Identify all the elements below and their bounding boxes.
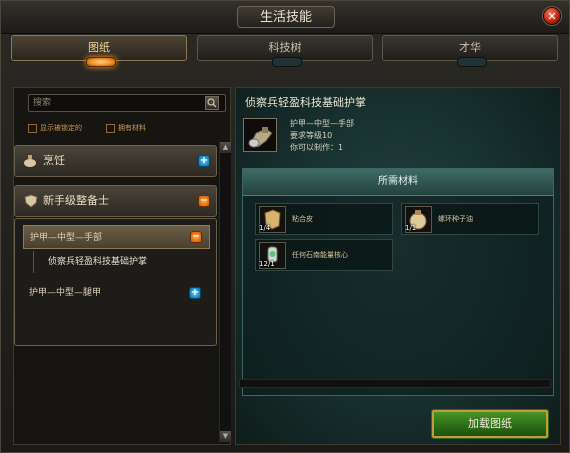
- search-box: [28, 94, 226, 112]
- scroll-down-icon[interactable]: ▼: [220, 431, 231, 442]
- armor-icon: [24, 194, 38, 208]
- tab-label: 才华: [459, 41, 481, 54]
- collapse-button[interactable]: −: [198, 195, 210, 207]
- item-type: 护甲—中型—手部: [290, 119, 354, 128]
- required-level: 要求等级10: [290, 131, 333, 140]
- search-input[interactable]: [33, 96, 203, 110]
- cooking-icon: [24, 155, 36, 167]
- category-label: 新手级整备士: [43, 194, 109, 207]
- filter-label: 拥有材料: [118, 124, 146, 132]
- recipe-title: 侦察兵轻盈科技基础护掌: [245, 96, 366, 109]
- tab-label: 科技树: [268, 41, 302, 54]
- tab-active-indicator: [86, 57, 116, 67]
- list-scrollbar[interactable]: ▲ ▼: [219, 142, 231, 442]
- category-cooking[interactable]: 烹饪 +: [14, 145, 217, 177]
- tab-indicator: [272, 57, 302, 67]
- material-count: 12/1: [259, 260, 275, 268]
- materials-header: 所需材料: [243, 169, 553, 196]
- close-icon: ✕: [547, 10, 557, 23]
- plus-icon: +: [199, 155, 209, 166]
- tab-talent[interactable]: 才华: [382, 35, 558, 67]
- tab-tech-tree[interactable]: 科技树: [197, 35, 373, 67]
- filter-show-locked[interactable]: 显示被锁定的: [28, 122, 82, 134]
- material-slot[interactable]: 12/1 任何石南能量核心: [255, 239, 393, 271]
- scroll-up-icon[interactable]: ▲: [220, 142, 231, 153]
- material-name: 粘合皮: [292, 215, 313, 223]
- recipe-label: 侦察兵轻盈科技基础护掌: [48, 257, 148, 267]
- tab-blueprints[interactable]: 图纸: [11, 35, 187, 67]
- minus-icon: −: [191, 231, 201, 242]
- materials-panel: 所需材料 1/4 粘合皮 1/1 螺环种子油 12/1 任何石南能量核心: [242, 168, 554, 396]
- material-slot[interactable]: 1/4 粘合皮: [255, 203, 393, 235]
- recipe-info: 护甲—中型—手部 要求等级10 你可以制作：1: [290, 118, 354, 154]
- plus-icon: +: [190, 287, 200, 298]
- recipe-item[interactable]: 侦察兵轻盈科技基础护掌: [33, 251, 210, 273]
- collapse-button[interactable]: −: [190, 231, 202, 243]
- subcategory-group: 护甲—中型—手部 − 侦察兵轻盈科技基础护掌 护甲—中型—腿甲 +: [14, 218, 217, 346]
- subcategory-label: 护甲—中型—手部: [30, 233, 103, 243]
- item-slot[interactable]: [243, 118, 277, 152]
- search-icon: [207, 98, 217, 108]
- window-title: 生活技能: [237, 6, 335, 28]
- close-button[interactable]: ✕: [543, 7, 561, 25]
- tab-indicator: [457, 57, 487, 67]
- subcategory-medium-legs[interactable]: 护甲—中型—腿甲 +: [23, 281, 210, 305]
- subcategory-medium-hands[interactable]: 护甲—中型—手部 −: [23, 225, 210, 249]
- life-skills-window: 生活技能 ✕ 图纸 科技树 才华 显示被锁定的 拥有材料: [0, 0, 570, 453]
- filter-have-materials[interactable]: 拥有材料: [106, 122, 146, 134]
- expand-button[interactable]: +: [189, 287, 201, 299]
- recipe-detail-panel: 侦察兵轻盈科技基础护掌 护甲—中型—手部 要求等级10 你可以制作：1 所需材料…: [235, 87, 561, 445]
- subcategory-label: 护甲—中型—腿甲: [29, 288, 102, 298]
- detail-scrollbar[interactable]: [239, 379, 551, 388]
- expand-button[interactable]: +: [198, 155, 210, 167]
- filter-label: 显示被锁定的: [40, 124, 82, 132]
- tab-bar: 图纸 科技树 才华: [11, 35, 561, 67]
- category-novice-outfitter[interactable]: 新手级整备士 −: [14, 185, 217, 217]
- checkbox[interactable]: [28, 123, 37, 133]
- tab-label: 图纸: [88, 41, 110, 54]
- material-name: 螺环种子油: [438, 215, 473, 223]
- load-blueprint-button[interactable]: 加载图纸: [431, 409, 549, 439]
- minus-icon: −: [199, 195, 209, 206]
- title-bar: 生活技能 ✕: [1, 1, 569, 34]
- material-count: 1/1: [405, 224, 417, 232]
- search-button[interactable]: [205, 96, 219, 110]
- craftable-count: 你可以制作：1: [290, 143, 344, 152]
- material-count: 1/4: [259, 224, 271, 232]
- material-name: 任何石南能量核心: [292, 251, 348, 259]
- material-slot[interactable]: 1/1 螺环种子油: [401, 203, 539, 235]
- category-label: 烹饪: [43, 154, 65, 167]
- recipe-list-panel: 显示被锁定的 拥有材料 烹饪 + 新手级整备士 − 护甲—中型—手部 − 侦察兵…: [13, 87, 231, 445]
- checkbox[interactable]: [106, 123, 115, 133]
- gauntlet-icon: [248, 127, 273, 148]
